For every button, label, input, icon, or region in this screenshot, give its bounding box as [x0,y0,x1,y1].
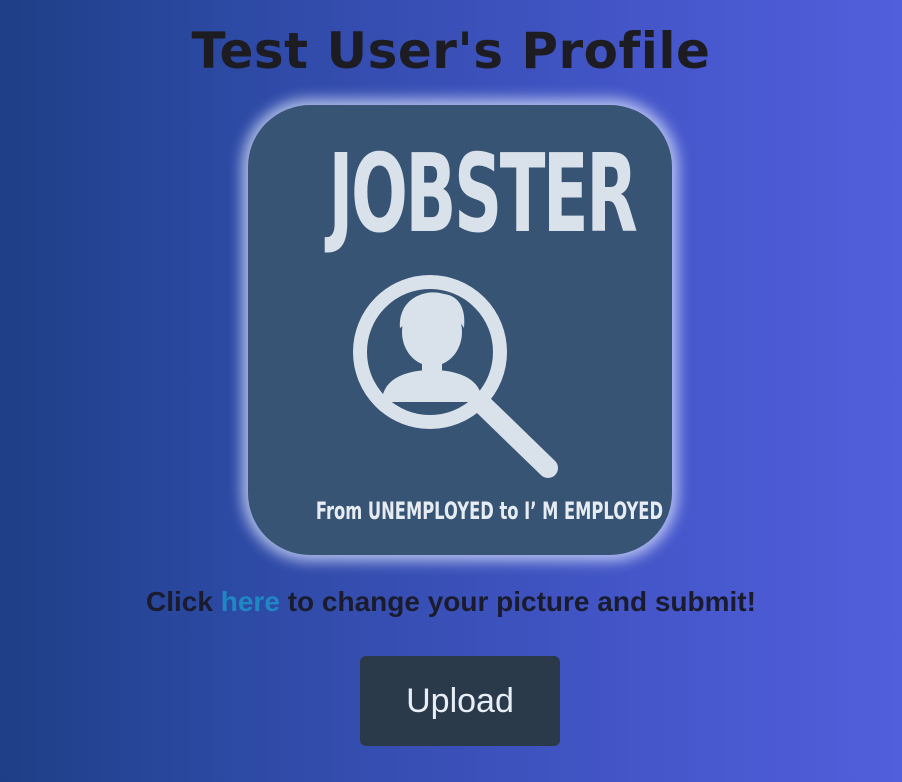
page-title: Test User's Profile [191,22,711,80]
profile-page: Test User's Profile JOBSTER From UNEMPLO… [0,0,902,782]
instruction-text-end: to change your picture and submit! [287,586,756,617]
profile-picture: JOBSTER From UNEMPLOYED to I’ M EMPLOYED [248,105,672,555]
logo-tagline: From UNEMPLOYED to I’ M EMPLOYED [315,497,664,525]
change-picture-instruction: Click here to change your picture and su… [0,586,902,618]
logo-wordmark: JOBSTER [328,132,638,257]
change-picture-link[interactable]: here [221,586,280,617]
instruction-text-start: Click [146,586,213,617]
magnifier-person-icon [353,275,558,478]
upload-button[interactable]: Upload [360,656,560,746]
